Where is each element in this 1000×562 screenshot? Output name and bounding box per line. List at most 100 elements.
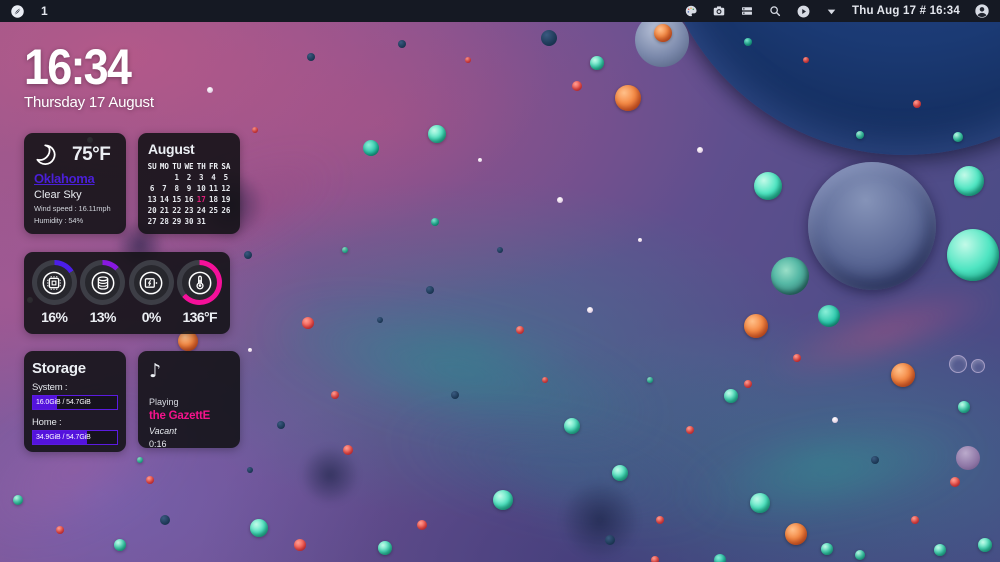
calendar-weekday: FR (207, 162, 219, 171)
wallpaper-bubble (947, 229, 999, 281)
wallpaper-bubble (958, 401, 970, 413)
calendar-day: 11 (207, 184, 219, 193)
calendar-grid: SUMOTUWETHFRSA12345678910111213141516171… (146, 162, 232, 226)
distro-logo-icon[interactable] (10, 4, 25, 19)
storage-title: Storage (32, 360, 118, 377)
gauge-memory: 13% (79, 260, 127, 325)
storage-home-label: Home : (32, 417, 118, 428)
calendar-day: 19 (220, 195, 232, 204)
wallpaper-bubble (587, 307, 593, 313)
weather-temperature: 75°F (72, 144, 110, 166)
wallpaper-bubble (744, 314, 768, 338)
media-play-icon[interactable] (796, 4, 811, 19)
wallpaper-bubble (542, 377, 548, 383)
wallpaper-bubble (744, 380, 752, 388)
wallpaper-bubble (950, 477, 960, 487)
calendar-day (158, 173, 170, 182)
wallpaper-bubble (307, 53, 315, 61)
wallpaper-bubble (615, 85, 641, 111)
music-note-icon: ♪ (149, 361, 229, 381)
wallpaper-bubble (465, 57, 471, 63)
calendar-day (146, 173, 158, 182)
calendar-widget: August SUMOTUWETHFRSA1234567891011121314… (138, 133, 240, 234)
dropdown-caret-icon[interactable] (825, 5, 838, 18)
panel-layout-icon[interactable] (740, 4, 754, 18)
wallpaper-bubble (954, 166, 984, 196)
calendar-day: 15 (171, 195, 183, 204)
music-track: Vacant (149, 426, 229, 436)
wallpaper-bubble (13, 495, 23, 505)
gauge-battery: 0% (127, 260, 175, 325)
weather-location[interactable]: Oklahoma (34, 171, 116, 186)
wallpaper-bubble (686, 426, 694, 434)
wallpaper-bubble (978, 538, 992, 552)
calendar-day: 30 (183, 217, 195, 226)
wallpaper-bubble (590, 56, 604, 70)
wallpaper-bubble (605, 535, 615, 545)
calendar-day: 24 (195, 206, 207, 215)
wallpaper-bubble (818, 305, 840, 327)
workspace-indicator[interactable]: 1 (41, 4, 48, 18)
wallpaper-bubble (803, 57, 809, 63)
calendar-day: 8 (171, 184, 183, 193)
wallpaper-bubble (911, 516, 919, 524)
calendar-weekday: TH (195, 162, 207, 171)
wallpaper-bubble (378, 541, 392, 555)
calendar-day: 7 (158, 184, 170, 193)
user-account-icon[interactable] (974, 3, 990, 19)
calendar-weekday: MO (158, 162, 170, 171)
music-status: Playing (149, 397, 229, 407)
wallpaper-bubble (953, 132, 963, 142)
calendar-day: 3 (195, 173, 207, 182)
calendar-day: 31 (195, 217, 207, 226)
wallpaper-bubble (934, 544, 946, 556)
wallpaper-bubble (654, 24, 672, 42)
wallpaper-bubble (656, 516, 664, 524)
wallpaper-bubble (377, 317, 383, 323)
clock-time: 16:34 (24, 42, 141, 92)
storage-system-bar: 16.0GiB / 54.7GiB (32, 395, 118, 410)
calendar-day: 12 (220, 184, 232, 193)
wallpaper-bubble (252, 127, 258, 133)
thermometer-icon (187, 270, 213, 296)
battery-charge-icon (138, 270, 164, 296)
wallpaper-bubble (612, 465, 628, 481)
top-panel: 1 Thu Aug 17 # 16:34 (0, 0, 1000, 22)
wallpaper-bubble (871, 456, 879, 464)
wallpaper-bubble (398, 40, 406, 48)
wallpaper-bubble (913, 100, 921, 108)
panel-clock[interactable]: Thu Aug 17 # 16:34 (852, 5, 960, 17)
calendar-day: 6 (146, 184, 158, 193)
calendar-day: 16 (183, 195, 195, 204)
calendar-weekday: SA (220, 162, 232, 171)
calendar-day: 26 (220, 206, 232, 215)
wallpaper-bubble (572, 81, 582, 91)
storage-widget: Storage System : 16.0GiB / 54.7GiB Home … (24, 351, 126, 452)
wallpaper-bubble (277, 421, 285, 429)
wallpaper-bubble (541, 30, 557, 46)
palette-icon[interactable] (684, 4, 698, 18)
wallpaper-bubble (343, 445, 353, 455)
wallpaper-bubble (516, 326, 524, 334)
wallpaper-bubble (754, 172, 782, 200)
storage-system-value: 16.0GiB / 54.7GiB (36, 396, 91, 409)
wallpaper-bubble (331, 391, 339, 399)
calendar-day: 2 (183, 173, 195, 182)
wallpaper-bubble (497, 247, 503, 253)
weather-condition: Clear Sky (34, 189, 116, 201)
calendar-day: 1 (171, 173, 183, 182)
calendar-day: 18 (207, 195, 219, 204)
clock-widget: 16:34 Thursday 17 August (24, 42, 154, 111)
screenshot-camera-icon[interactable] (712, 4, 726, 18)
music-widget: ♪ Playing the GazettE Vacant 0:16 (138, 351, 240, 448)
weather-widget: 75°F Oklahoma Clear Sky Wind speed : 16.… (24, 133, 126, 234)
calendar-day: 28 (158, 217, 170, 226)
calendar-day: 25 (207, 206, 219, 215)
system-gauges-widget: 16%13%0%136°F (24, 252, 230, 334)
wallpaper-bubble (564, 418, 580, 434)
calendar-day: 13 (146, 195, 158, 204)
search-icon[interactable] (768, 4, 782, 18)
gauge-temperature: 136°F (176, 260, 224, 325)
wallpaper-bubble (655, 0, 1000, 155)
wallpaper-bubble (638, 238, 642, 242)
